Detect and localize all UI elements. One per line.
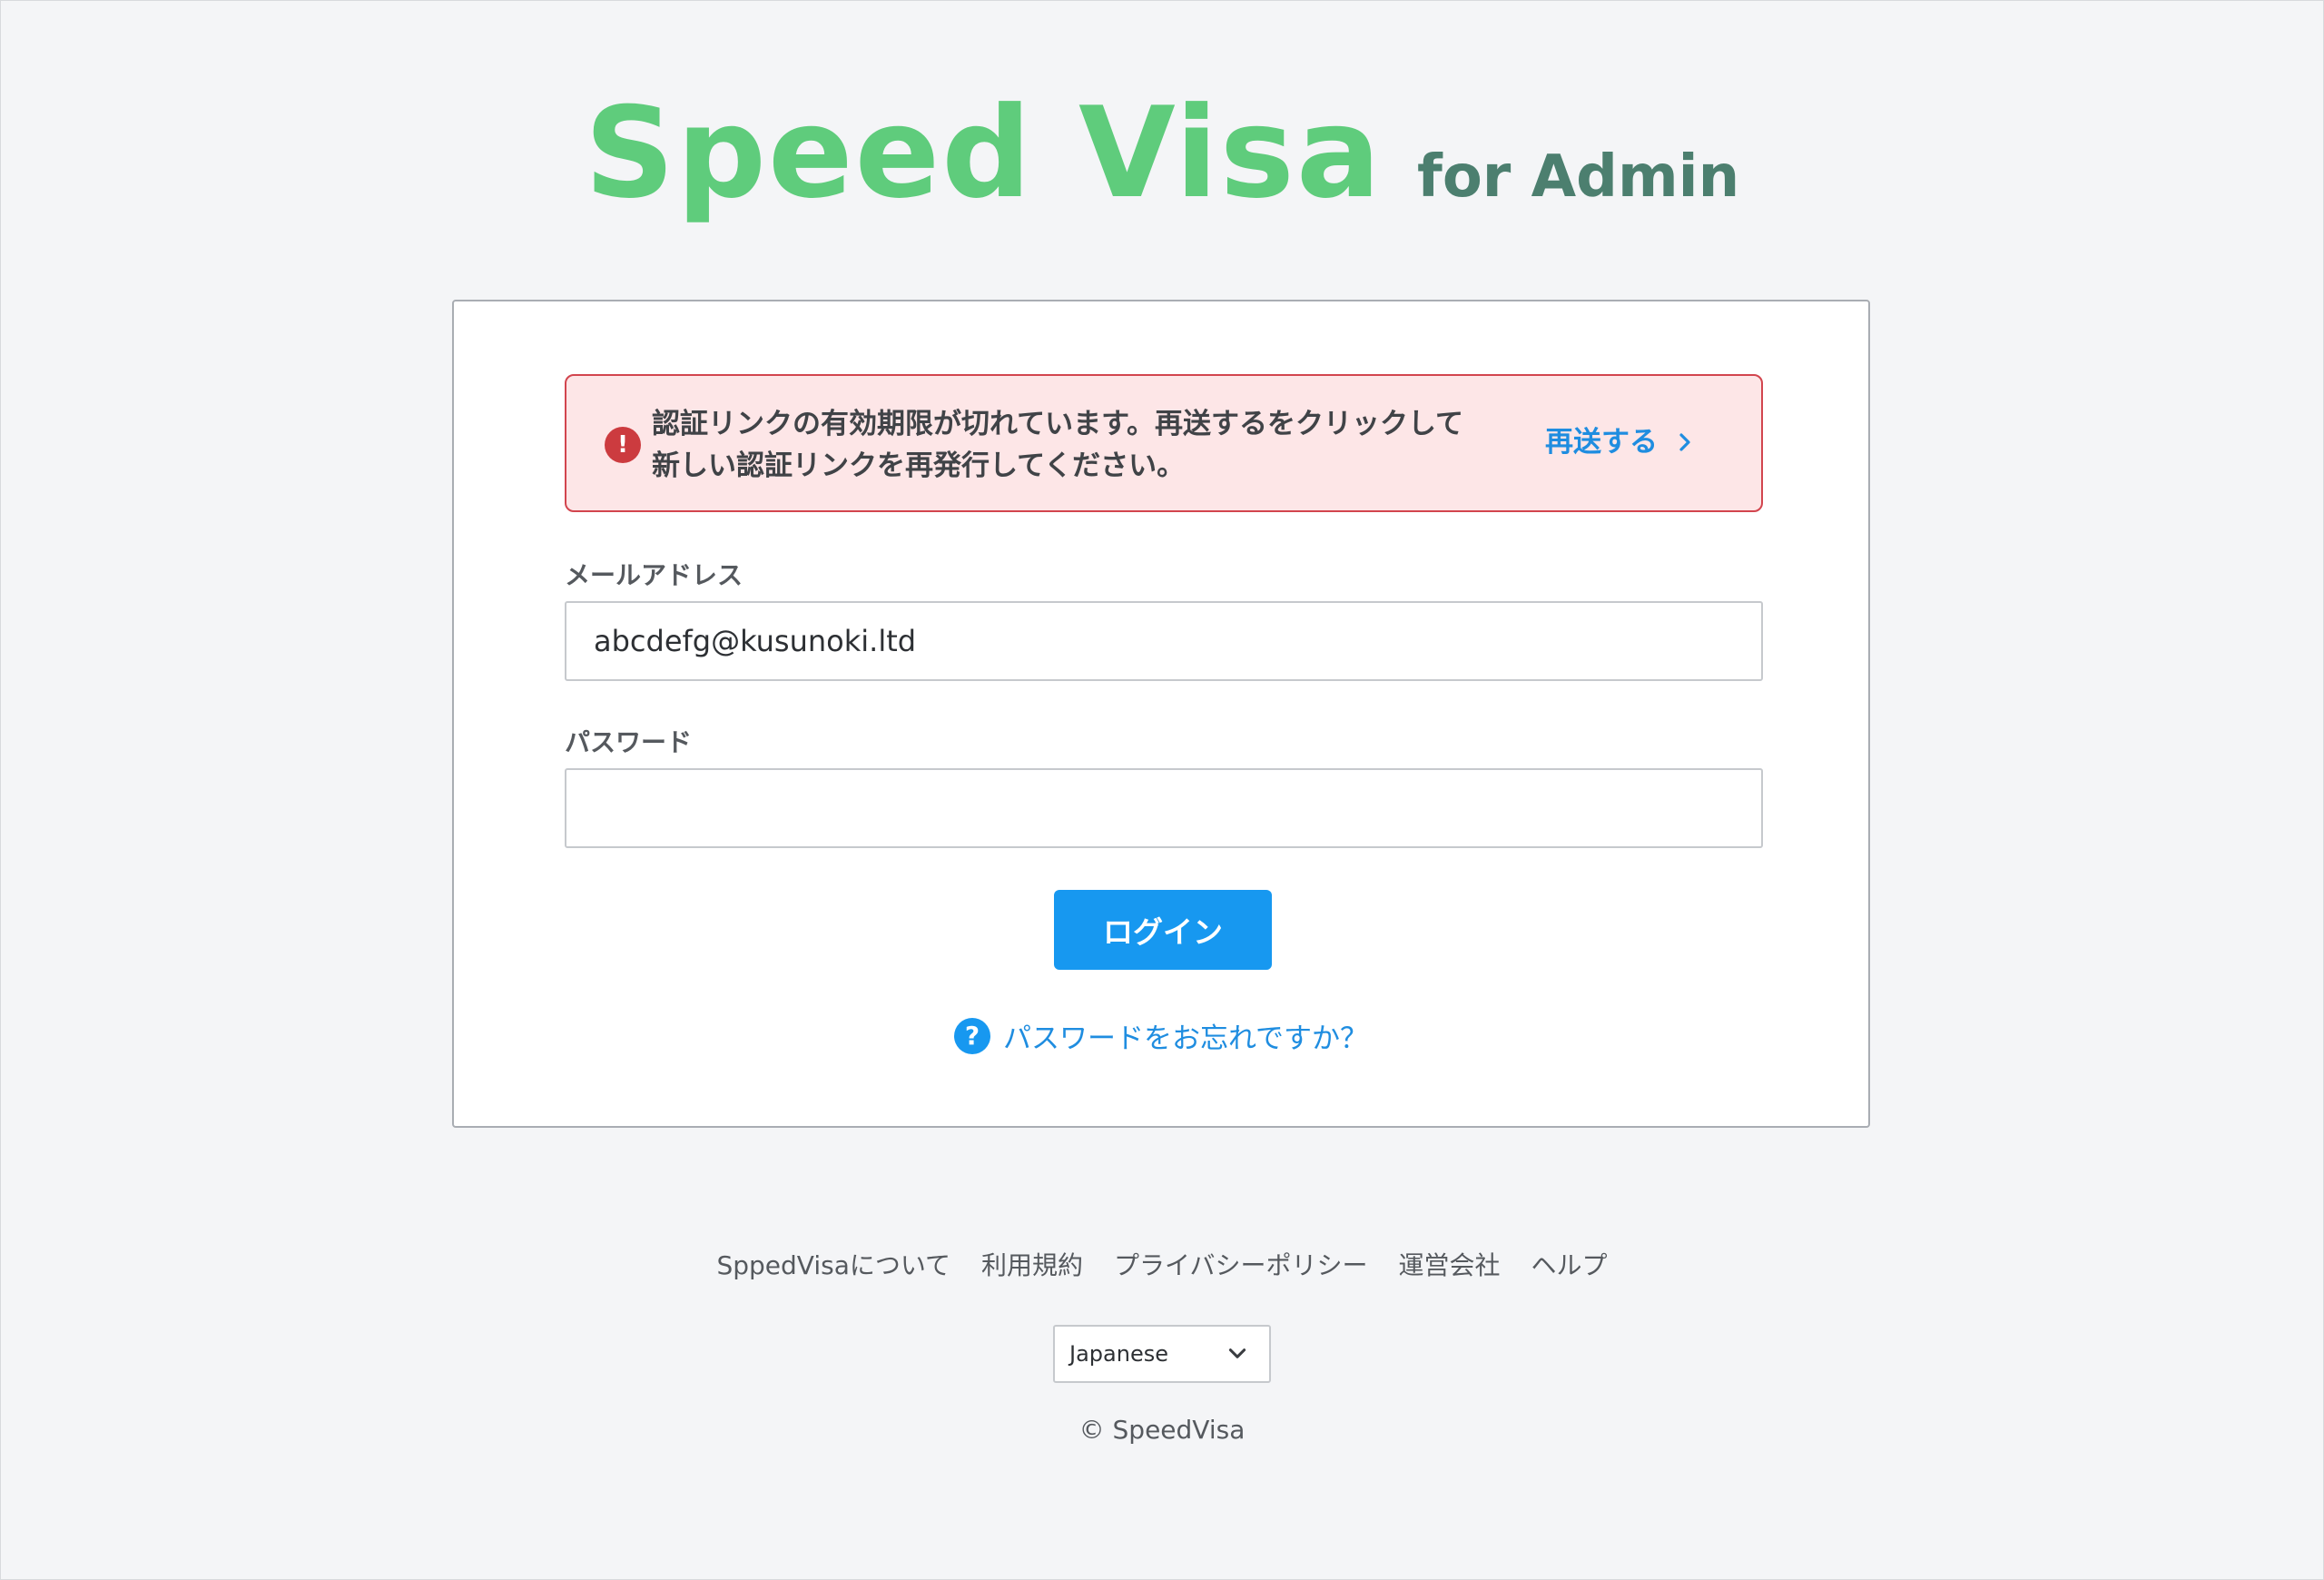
login-button[interactable]: ログイン: [1054, 890, 1272, 970]
error-alert: ! 認証リンクの有効期限が切れています。再送するをクリックして 新しい認証リンク…: [565, 374, 1763, 512]
footer-link-terms[interactable]: 利用規約: [981, 1246, 1083, 1282]
footer-link-about[interactable]: SppedVisaについて: [716, 1246, 950, 1282]
question-circle-icon: ?: [953, 1017, 990, 1054]
copyright: © SpeedVisa: [1078, 1415, 1246, 1445]
logo-subtitle: for Admin: [1416, 143, 1740, 211]
chevron-down-icon: [1228, 1348, 1246, 1358]
footer-link-help[interactable]: ヘルプ: [1531, 1246, 1608, 1282]
footer-link-privacy[interactable]: プライバシーポリシー: [1114, 1246, 1367, 1282]
language-select-value: Japanese: [1069, 1341, 1168, 1367]
logo-title: Speed Visa: [584, 80, 1383, 226]
password-field[interactable]: [565, 768, 1763, 848]
password-label: パスワード: [565, 727, 693, 757]
exclamation-circle-icon: !: [605, 427, 641, 463]
alert-message-line-1: 認証リンクの有効期限が切れています。再送するをクリックして: [652, 408, 1464, 440]
language-select[interactable]: Japanese: [1053, 1325, 1271, 1383]
app-logo: Speed Visa for Admin: [0, 91, 2324, 216]
login-card: ! 認証リンクの有効期限が切れています。再送するをクリックして 新しい認証リンク…: [452, 300, 1870, 1128]
footer-nav: SppedVisaについて 利用規約 プライバシーポリシー 運営会社 ヘルプ: [0, 1246, 2324, 1282]
forgot-password-link[interactable]: ? パスワードをお忘れですか？: [454, 1015, 1868, 1056]
resend-link-label: 再送する: [1545, 426, 1658, 459]
footer-link-company[interactable]: 運営会社: [1398, 1246, 1500, 1282]
chevron-right-icon: [1679, 433, 1690, 451]
resend-link[interactable]: 再送する: [1545, 421, 1696, 463]
email-field[interactable]: [565, 601, 1763, 681]
email-label: メールアドレス: [565, 560, 743, 590]
alert-message-line-2: 新しい認証リンクを再発行してください。: [652, 449, 1186, 482]
forgot-password-label: パスワードをお忘れですか？: [1002, 1022, 1369, 1055]
alert-message: 認証リンクの有効期限が切れています。再送するをクリックして 新しい認証リンクを再…: [652, 403, 1487, 487]
